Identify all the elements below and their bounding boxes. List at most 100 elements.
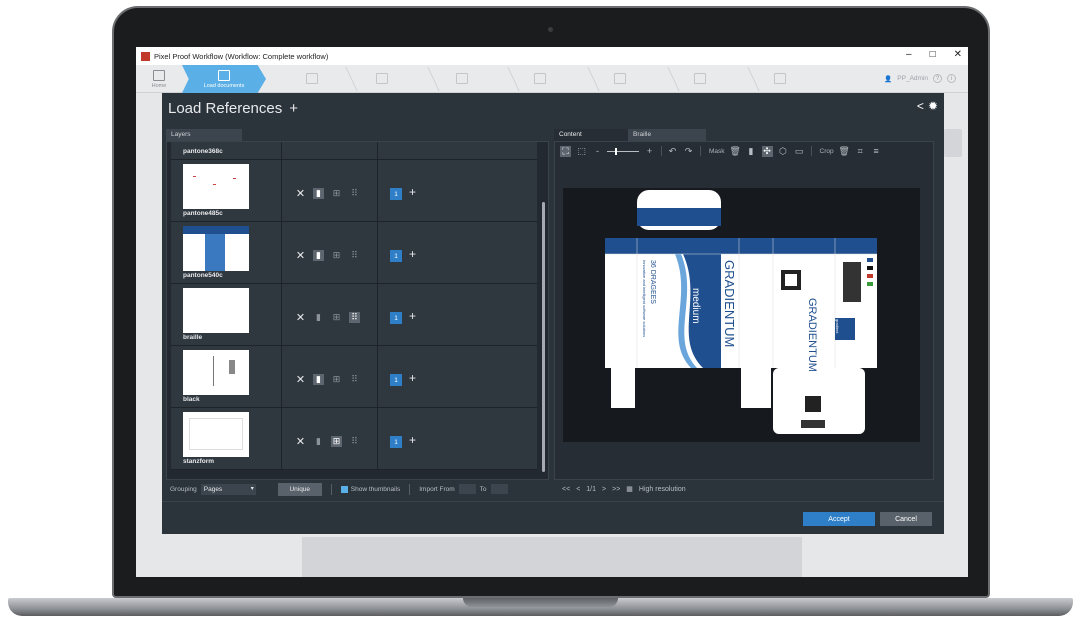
remove-layer-icon[interactable]: ✕ bbox=[295, 187, 306, 200]
workflow-step-9[interactable] bbox=[752, 65, 808, 93]
crop-tool-icon[interactable]: ⌗ bbox=[855, 146, 866, 157]
braille-dots-icon[interactable]: ⠿ bbox=[349, 312, 360, 323]
workflow-step-load-documents[interactable]: Load documents bbox=[182, 65, 266, 93]
tab-layers[interactable]: Layers bbox=[166, 129, 242, 141]
remove-layer-icon[interactable]: ✕ bbox=[295, 435, 306, 448]
layer-count-badge[interactable]: 1 bbox=[390, 312, 402, 324]
layer-add-button[interactable]: + bbox=[409, 371, 416, 385]
fit-page-icon[interactable]: ⛶ bbox=[560, 145, 571, 157]
top-flap-band bbox=[637, 208, 721, 226]
next-page-button[interactable]: > bbox=[602, 486, 606, 493]
column-divider bbox=[377, 160, 378, 221]
zoom-in-button[interactable]: + bbox=[644, 146, 655, 157]
layer-add-button[interactable]: + bbox=[409, 185, 416, 199]
more-icon[interactable]: ≡ bbox=[871, 146, 882, 157]
braille-dots-icon[interactable]: ⠿ bbox=[349, 374, 360, 385]
braille-dots-icon[interactable]: ⠿ bbox=[349, 250, 360, 261]
show-thumbnails-checkbox[interactable] bbox=[340, 485, 348, 493]
workflow-step-3[interactable] bbox=[284, 65, 340, 93]
zoom-slider[interactable] bbox=[607, 147, 639, 155]
bottom-tab-middle bbox=[741, 368, 771, 408]
zoom-slider-knob[interactable] bbox=[615, 147, 617, 155]
import-to-input[interactable] bbox=[490, 484, 508, 494]
workflow-step-6[interactable] bbox=[512, 65, 568, 93]
mask-separation-icon[interactable]: ▮ bbox=[746, 146, 757, 157]
close-button[interactable]: ✕ bbox=[954, 49, 962, 60]
crop-delete-icon[interactable]: 🗑 bbox=[838, 146, 849, 157]
mask-lasso-icon[interactable]: ⬡ bbox=[778, 146, 789, 157]
workflow-step-home[interactable]: Home bbox=[142, 65, 176, 93]
layer-count-badge[interactable]: 1 bbox=[390, 250, 402, 262]
scroll-thumb[interactable] bbox=[542, 202, 545, 472]
braille-dots-icon[interactable]: ⠿ bbox=[349, 188, 360, 199]
remove-layer-icon[interactable]: ✕ bbox=[295, 311, 306, 324]
thumbnail-mark bbox=[233, 178, 236, 179]
accept-button[interactable]: Accept bbox=[803, 512, 875, 526]
layer-row[interactable]: black ✕ ▮ ⊞ ⠿ 1 + bbox=[171, 346, 537, 408]
layer-row[interactable]: pantone540c ✕ ▮ ⊞ ⠿ 1 + bbox=[171, 222, 537, 284]
separation-icon[interactable]: ▮ bbox=[313, 188, 324, 199]
show-thumbnails-label: Show thumbnails bbox=[350, 485, 401, 493]
workflow-step-icon bbox=[306, 72, 318, 84]
package-brand-side: GRADIENTUM bbox=[806, 298, 818, 372]
layer-row[interactable]: pantone368c bbox=[171, 142, 537, 160]
workflow-step-5[interactable] bbox=[434, 65, 490, 93]
fit-width-icon[interactable]: ⬚ bbox=[576, 146, 587, 157]
cancel-button[interactable]: Cancel bbox=[880, 512, 932, 526]
layer-count-badge[interactable]: 1 bbox=[390, 374, 402, 386]
mask-rectangle-icon[interactable]: ▭ bbox=[794, 146, 805, 157]
grouping-select[interactable]: Pages bbox=[200, 483, 256, 495]
layer-thumbnail bbox=[183, 164, 249, 209]
composite-icon[interactable]: ⊞ bbox=[331, 436, 342, 447]
info-button[interactable]: i bbox=[947, 74, 956, 83]
remove-layer-icon[interactable]: ✕ bbox=[295, 373, 306, 386]
separation-icon[interactable]: ▮ bbox=[313, 436, 324, 447]
mask-delete-icon[interactable]: 🗑 bbox=[729, 146, 740, 157]
user-icon: 👤 bbox=[884, 75, 893, 83]
user-name[interactable]: PP_Admin bbox=[897, 75, 928, 82]
document-canvas[interactable]: medium GRADIENTUM 36 DRAGEES Innovative … bbox=[563, 188, 920, 442]
separation-icon[interactable]: ▮ bbox=[313, 374, 324, 385]
settings-gear-icon[interactable]: ✹ bbox=[928, 99, 938, 113]
composite-icon[interactable]: ⊞ bbox=[331, 374, 342, 385]
workflow-step-8[interactable] bbox=[672, 65, 728, 93]
layer-count-badge[interactable]: 1 bbox=[390, 188, 402, 200]
maximize-button[interactable]: □ bbox=[930, 49, 936, 60]
layer-add-button[interactable]: + bbox=[409, 247, 416, 261]
composite-icon[interactable]: ⊞ bbox=[331, 250, 342, 261]
workflow-step-7[interactable] bbox=[592, 65, 648, 93]
help-button[interactable]: ? bbox=[933, 74, 942, 83]
separation-icon[interactable]: ▮ bbox=[313, 250, 324, 261]
layer-name: pantone540c bbox=[183, 272, 223, 279]
layer-row[interactable]: braille ✕ ▮ ⊞ ⠿ 1 + bbox=[171, 284, 537, 346]
zoom-out-button[interactable]: - bbox=[592, 146, 603, 157]
back-icon[interactable]: < bbox=[917, 99, 924, 113]
first-page-button[interactable]: << bbox=[562, 486, 570, 493]
high-resolution-icon[interactable]: ▦ bbox=[626, 485, 633, 493]
tab-braille[interactable]: Braille bbox=[628, 129, 706, 141]
layer-row[interactable]: stanzform ✕ ▮ ⊞ ⠿ 1 + bbox=[171, 408, 537, 470]
layer-add-button[interactable]: + bbox=[409, 433, 416, 447]
add-reference-button[interactable]: + bbox=[289, 100, 298, 117]
last-page-button[interactable]: >> bbox=[612, 486, 620, 493]
remove-layer-icon[interactable]: ✕ bbox=[295, 249, 306, 262]
composite-icon[interactable]: ⊞ bbox=[331, 188, 342, 199]
composite-icon[interactable]: ⊞ bbox=[331, 312, 342, 323]
previous-page-button[interactable]: < bbox=[576, 486, 580, 493]
unique-button[interactable]: Unique bbox=[277, 482, 322, 496]
rotate-right-icon[interactable]: ↷ bbox=[683, 146, 694, 157]
layer-add-button[interactable]: + bbox=[409, 309, 416, 323]
separation-icon[interactable]: ▮ bbox=[313, 312, 324, 323]
layers-scrollbar[interactable] bbox=[541, 144, 546, 479]
rotate-left-icon[interactable]: ↶ bbox=[667, 146, 678, 157]
braille-dots-icon[interactable]: ⠿ bbox=[349, 436, 360, 447]
mask-move-icon[interactable]: ✣ bbox=[761, 145, 773, 157]
load-documents-icon bbox=[218, 69, 230, 81]
layer-count-badge[interactable]: 1 bbox=[390, 436, 402, 448]
workflow-step-4[interactable] bbox=[354, 65, 410, 93]
layer-row[interactable]: pantone485c ✕ ▮ ⊞ ⠿ 1 + bbox=[171, 160, 537, 222]
minimize-button[interactable]: – bbox=[906, 49, 912, 60]
workflow-step-home-label: Home bbox=[151, 82, 167, 89]
import-from-input[interactable] bbox=[458, 484, 476, 494]
tab-content[interactable]: Content bbox=[554, 129, 628, 141]
